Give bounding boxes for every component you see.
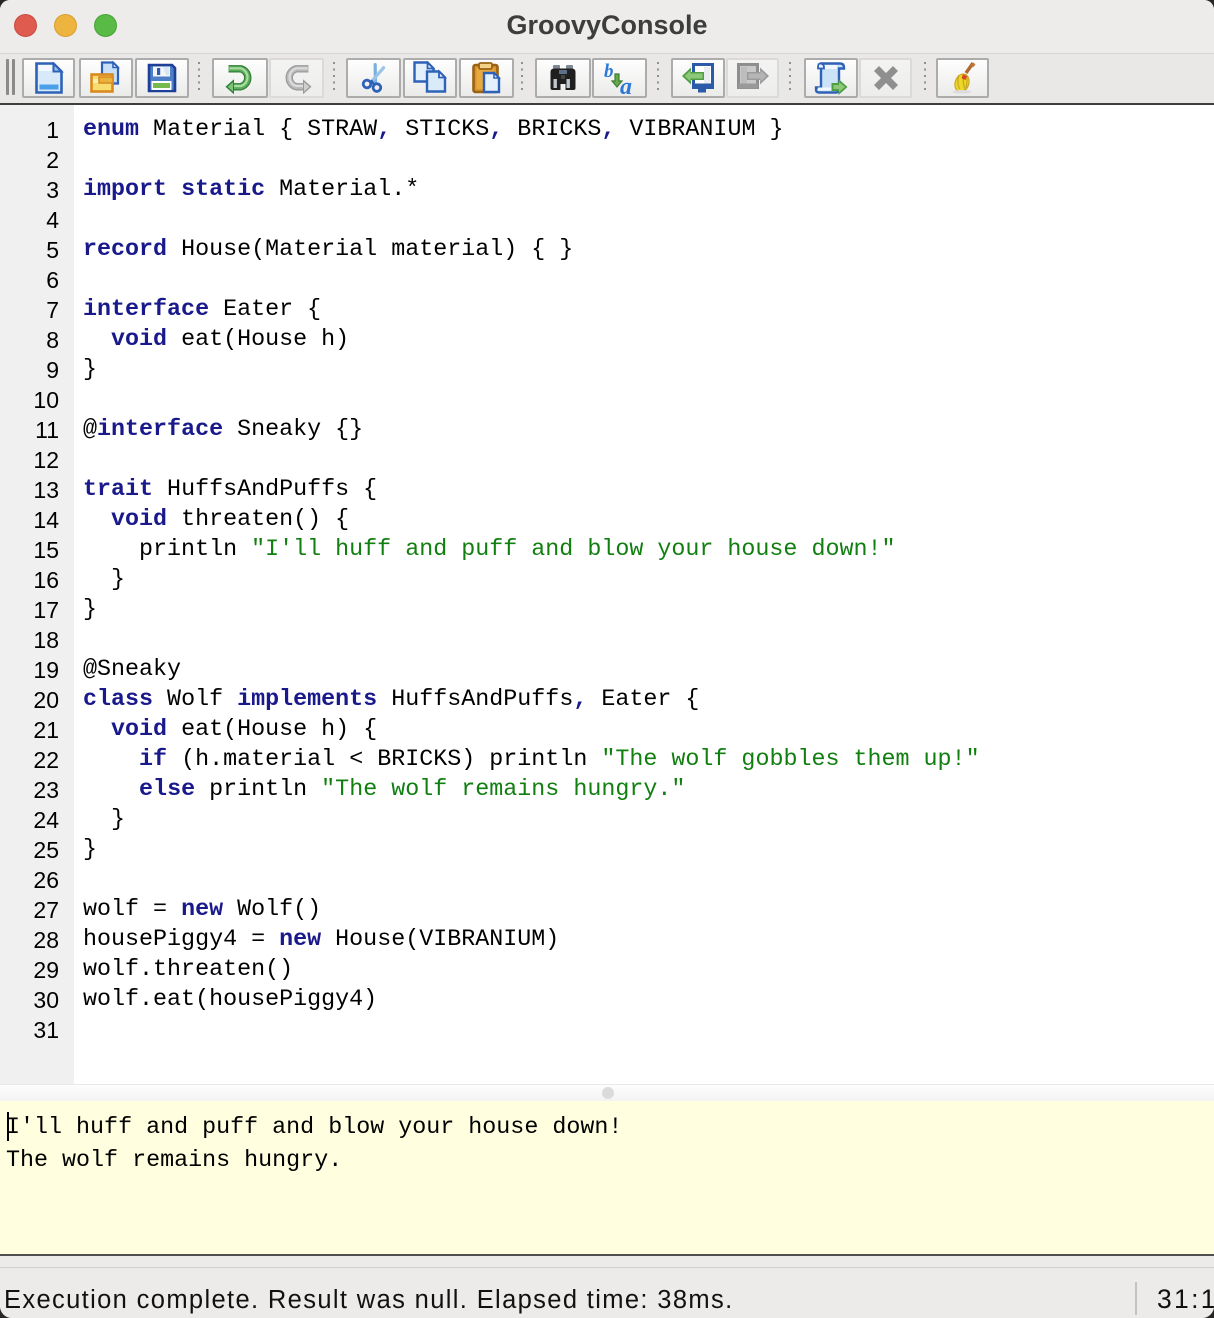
svg-text:b: b (604, 61, 614, 82)
svg-text:a: a (620, 74, 632, 96)
